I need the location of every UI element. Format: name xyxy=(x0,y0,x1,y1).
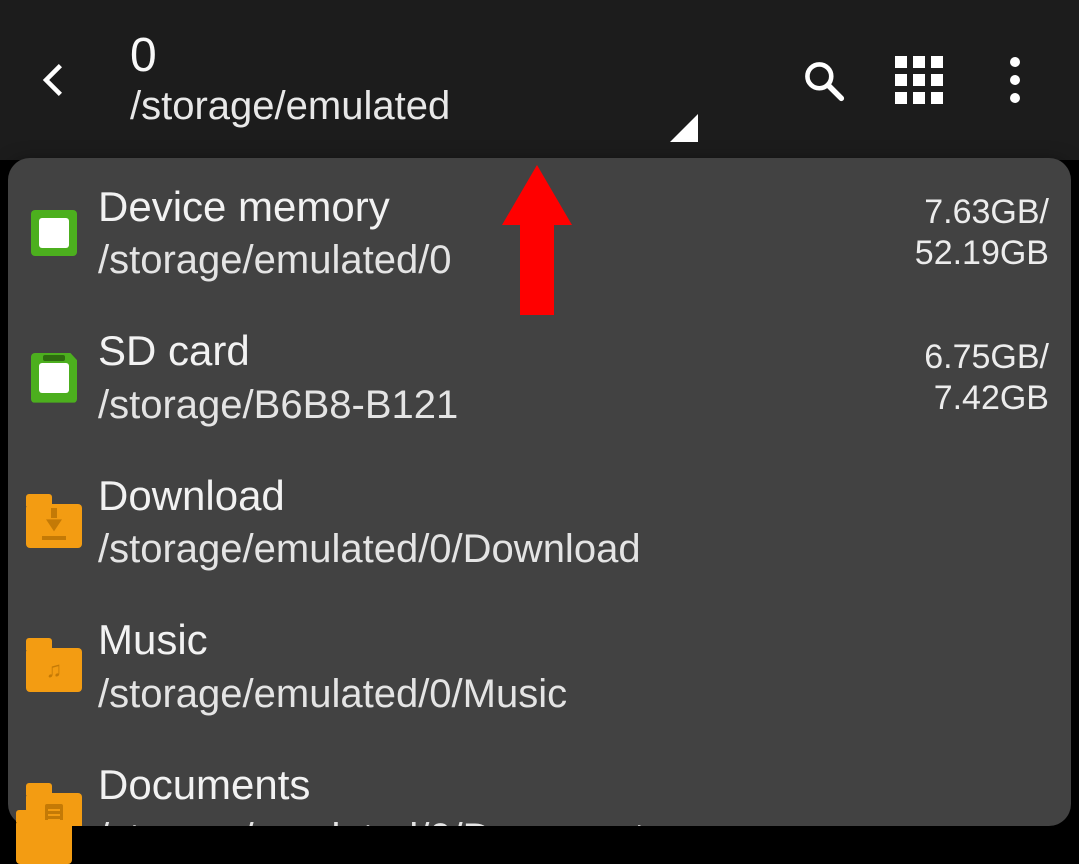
app-bar: 0 /storage/emulated xyxy=(0,0,1079,160)
search-button[interactable] xyxy=(799,56,847,104)
action-bar xyxy=(799,56,1059,104)
overflow-menu-button[interactable] xyxy=(991,56,1039,104)
view-grid-button[interactable] xyxy=(895,56,943,104)
bookmark-name: Documents xyxy=(98,760,1049,810)
bookmark-name: Music xyxy=(98,615,1049,665)
list-item[interactable] xyxy=(16,812,72,864)
chevron-left-icon xyxy=(37,62,73,98)
bookmark-name: SD card xyxy=(98,326,924,376)
storage-size: 6.75GB/7.42GB xyxy=(924,337,1049,419)
folder-download-icon xyxy=(26,504,82,548)
more-vertical-icon xyxy=(1010,57,1020,103)
bookmark-music[interactable]: Music /storage/emulated/0/Music xyxy=(8,601,1071,745)
current-folder-name: 0 xyxy=(130,30,799,83)
bookmark-name: Download xyxy=(98,471,1049,521)
storage-size: 7.63GB/52.19GB xyxy=(915,192,1049,274)
folder-music-icon xyxy=(26,648,82,692)
folder-icon xyxy=(16,820,72,864)
bookmark-path: /storage/emulated/0/Music xyxy=(98,670,1049,718)
bookmark-path: /storage/B6B8-B121 xyxy=(98,381,924,429)
search-icon xyxy=(801,58,845,102)
grid-icon xyxy=(895,56,943,104)
bookmark-documents[interactable]: Documents /storage/emulated/0/Documents xyxy=(8,746,1071,826)
device-memory-icon xyxy=(31,210,77,256)
current-folder-path: /storage/emulated xyxy=(130,82,799,130)
bookmark-path: /storage/emulated/0/Documents xyxy=(98,814,1049,826)
back-button[interactable] xyxy=(20,45,90,115)
bookmark-download[interactable]: Download /storage/emulated/0/Download xyxy=(8,457,1071,601)
annotation-arrow-icon xyxy=(502,165,572,315)
bookmark-path: /storage/emulated/0/Download xyxy=(98,525,1049,573)
dropdown-indicator-icon xyxy=(670,114,698,142)
sd-card-icon xyxy=(31,353,77,403)
bookmark-sd-card[interactable]: SD card /storage/B6B8-B121 6.75GB/7.42GB xyxy=(8,312,1071,456)
